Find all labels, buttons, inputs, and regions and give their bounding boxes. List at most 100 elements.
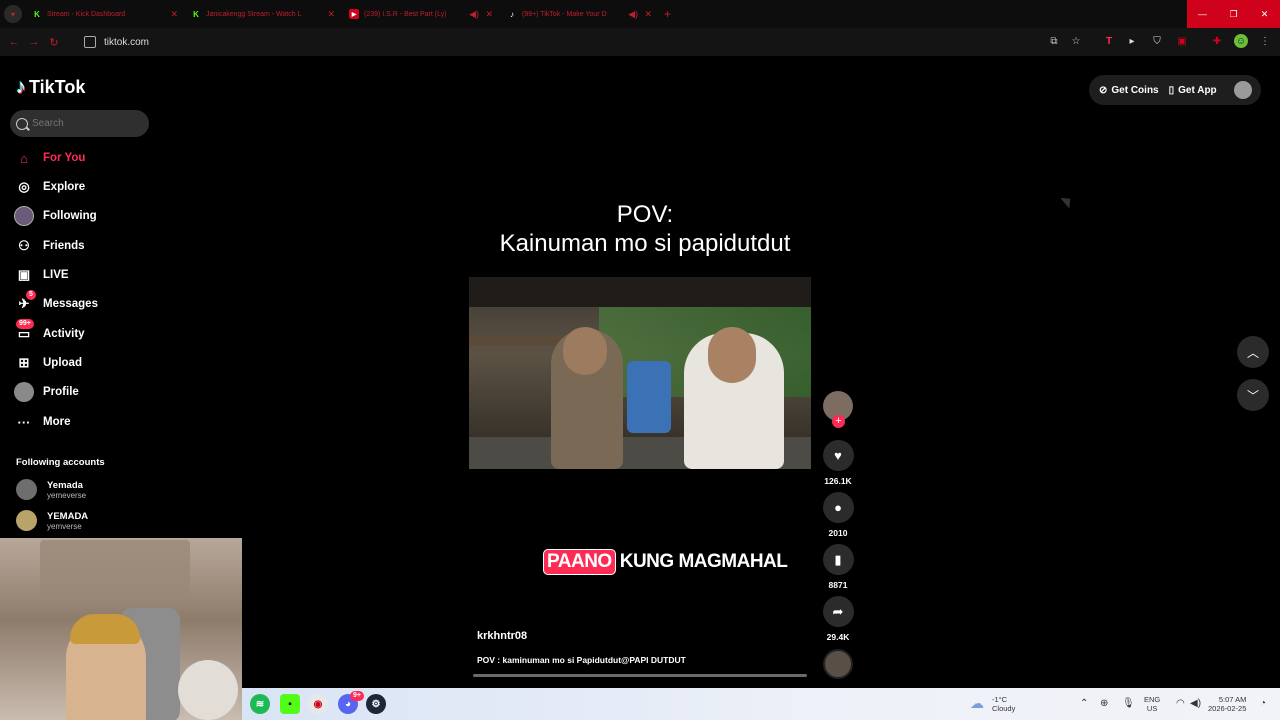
chevron-up-icon: ︿: [1246, 345, 1259, 360]
browser-tab-kick-stream[interactable]: K Janicakengg Stream - Watch L ✕: [191, 4, 335, 24]
bookmark-star-icon[interactable]: ☆: [1069, 34, 1083, 48]
new-tab-label: +: [664, 7, 672, 21]
close-window-icon[interactable]: ✕: [1249, 0, 1280, 28]
nav-label: Profile: [43, 386, 79, 398]
next-video-button[interactable]: ﹀: [1237, 379, 1269, 411]
weather-desc: Cloudy: [992, 704, 1016, 713]
clock[interactable]: 5:07 AM 2026-02-25: [1208, 688, 1246, 720]
save-button[interactable]: ▮ 8871: [821, 544, 855, 590]
nav-label: Explore: [43, 181, 86, 193]
nav-activity[interactable]: ▭ 99+ Activity: [14, 319, 85, 346]
nav-more[interactable]: ··· More: [14, 410, 71, 434]
tab-search-button[interactable]: ▾: [4, 5, 22, 23]
tab-title: Janicakengg Stream - Watch L: [206, 10, 302, 18]
video-frame[interactable]: [469, 277, 811, 469]
tab-close-icon[interactable]: ✕: [644, 9, 652, 20]
profile-icon[interactable]: ☺: [1234, 34, 1248, 48]
nav-friends[interactable]: ⚇ Friends: [14, 234, 84, 258]
kick-icon: K: [193, 9, 199, 19]
webcam-plush-toy: [178, 660, 238, 720]
video-author[interactable]: krkhntr08: [477, 630, 527, 642]
following-account-item[interactable]: YEMADA yemverse: [16, 510, 88, 531]
comment-button[interactable]: ● 2010: [821, 492, 855, 538]
nav-profile[interactable]: Profile: [14, 380, 79, 404]
extension-icon[interactable]: ▣: [1175, 34, 1189, 48]
video-progress-bar[interactable]: [473, 674, 807, 677]
following-account-item[interactable]: Yemada yemeverse: [16, 479, 86, 500]
media-control-icon[interactable]: ▸: [1125, 34, 1139, 48]
network-tray-icon[interactable]: ⊕: [1100, 698, 1108, 709]
restore-icon[interactable]: ❐: [1218, 0, 1249, 28]
weather-temp: -1°C: [992, 695, 1008, 704]
reload-icon[interactable]: ↻: [44, 36, 64, 49]
get-coins-button[interactable]: ⊘ Get Coins: [1099, 85, 1159, 96]
kick-app-icon[interactable]: ▪: [280, 694, 300, 714]
browser-menu-icon[interactable]: ⋮: [1258, 34, 1272, 48]
browser-tab-youtube[interactable]: ▶ (239) I.S.R - Best Part (Ly) ◀) ✕: [349, 4, 493, 24]
search-icon: [16, 117, 28, 130]
language-indicator[interactable]: ENG US: [1144, 688, 1160, 720]
previous-video-button[interactable]: ︿: [1237, 336, 1269, 368]
chevron-up-icon[interactable]: ⌃: [1080, 698, 1088, 709]
account-name: Yemada: [47, 479, 83, 491]
tab-close-icon[interactable]: ✕: [327, 9, 335, 20]
clock-date: 2026-02-25: [1208, 704, 1247, 713]
user-avatar[interactable]: [1234, 81, 1252, 99]
tiktok-logo[interactable]: ♪ TikTok: [16, 76, 85, 99]
nav-following[interactable]: Following: [14, 204, 97, 228]
nav-explore[interactable]: ◎ Explore: [14, 175, 85, 199]
share-button[interactable]: ➦ 29.4K: [821, 596, 855, 642]
nav-label: LIVE: [43, 269, 69, 281]
music-disc-icon[interactable]: [823, 649, 853, 679]
share-count: 29.4K: [826, 632, 850, 642]
steam-icon[interactable]: ⚙: [366, 694, 386, 714]
back-icon[interactable]: ←: [4, 36, 24, 48]
weather-widget[interactable]: -1°C Cloudy: [992, 688, 1015, 720]
tab-title: (239) I.S.R - Best Part (Ly): [364, 10, 447, 18]
window-controls: — ❐ ✕: [1187, 0, 1280, 28]
audio-playing-icon[interactable]: ◀): [469, 9, 479, 20]
nav-for-you[interactable]: ⌂ For You: [14, 146, 85, 170]
webcam-overlay: [0, 538, 242, 720]
comment-icon: ●: [822, 492, 854, 523]
get-coins-label: Get Coins: [1111, 84, 1159, 96]
like-button[interactable]: ♥ 126.1K: [821, 440, 855, 486]
messages-badge: 5: [26, 290, 36, 300]
spotify-icon[interactable]: ≋: [250, 694, 270, 714]
forward-icon[interactable]: →: [24, 36, 44, 48]
search-box[interactable]: [10, 110, 149, 137]
extension-icon[interactable]: T: [1102, 34, 1116, 48]
browser-tab-tiktok[interactable]: ♪ (99+) TikTok - Make Your D ◀) ✕: [507, 4, 652, 24]
minimize-icon[interactable]: —: [1187, 0, 1218, 28]
site-info-icon[interactable]: [84, 36, 96, 48]
url-field[interactable]: tiktok.com: [84, 33, 149, 51]
video-title-overlay: POV: Kainuman mo si papidutdut: [470, 200, 820, 258]
tab-close-icon[interactable]: ✕: [170, 9, 178, 20]
wifi-icon[interactable]: ◠: [1176, 698, 1185, 709]
video-person-singing: [551, 327, 623, 469]
nav-upload[interactable]: ⊞ Upload: [14, 351, 82, 375]
extensions-puzzle-icon[interactable]: ✚: [1210, 34, 1224, 48]
new-tab-button[interactable]: +: [664, 4, 678, 24]
browser-tab-kick-dashboard[interactable]: K Stream - Kick Dashboard ✕: [32, 4, 178, 24]
install-app-icon[interactable]: ⧉: [1047, 34, 1061, 48]
activity-icon: ▭ 99+: [14, 319, 34, 344]
notification-bell-icon[interactable]: ◔: [1260, 698, 1266, 709]
audio-playing-icon[interactable]: ◀): [628, 9, 638, 20]
nav-live[interactable]: ▣ LIVE: [14, 263, 69, 287]
tiktok-icon: ♪: [510, 9, 514, 19]
search-input[interactable]: [32, 118, 132, 129]
volume-icon[interactable]: ◀): [1190, 698, 1201, 709]
nav-label: Messages: [43, 298, 98, 310]
mouse-cursor-icon: [1060, 193, 1075, 209]
chrome-icon[interactable]: ◉: [308, 694, 328, 714]
logo-text: TikTok: [29, 77, 86, 97]
tab-close-icon[interactable]: ✕: [485, 9, 493, 20]
microphone-icon[interactable]: 🎙: [1122, 698, 1135, 709]
discord-icon[interactable]: ◕ 9+: [338, 691, 364, 714]
nav-messages[interactable]: ✈ 5 Messages: [14, 290, 98, 316]
get-app-button[interactable]: ▯ Get App: [1169, 85, 1217, 96]
follow-plus-icon[interactable]: +: [832, 415, 845, 428]
shield-icon[interactable]: ⛉: [1150, 34, 1164, 48]
browser-tab-strip: ▾ K Stream - Kick Dashboard ✕ K Janicake…: [0, 0, 1280, 28]
